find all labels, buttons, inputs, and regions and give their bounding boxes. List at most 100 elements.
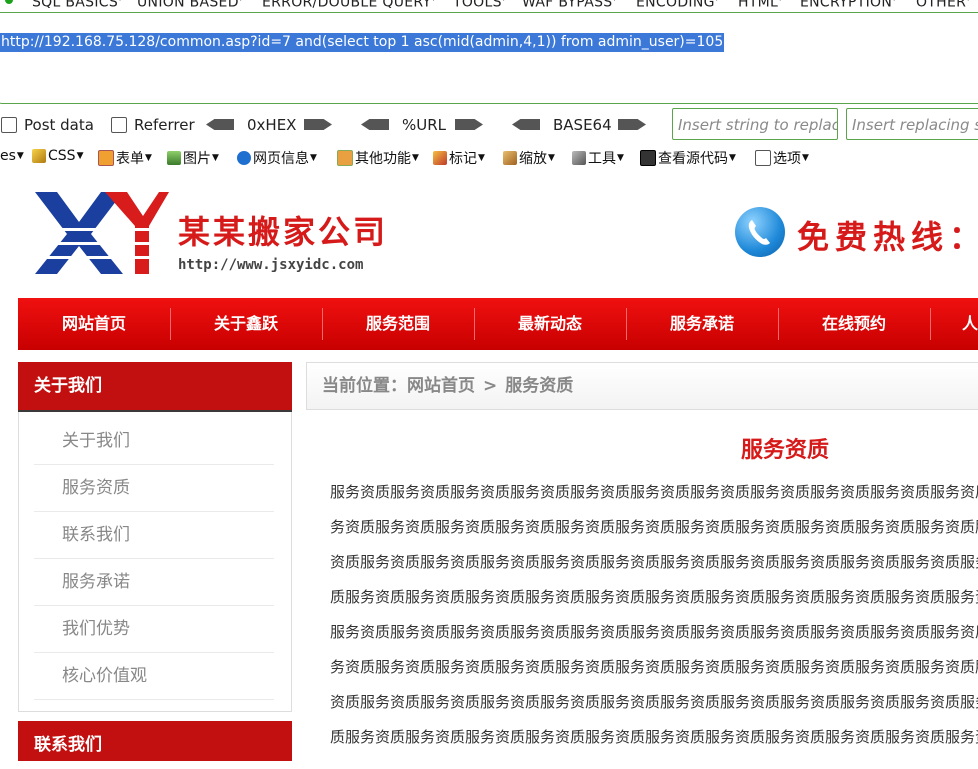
toolbar-item-misc[interactable]: 其他功能 ▼ (337, 148, 419, 168)
chevron-down-icon: ▾ (502, 0, 506, 3)
chevron-down-icon: ▼ (76, 151, 84, 161)
url-decode-arrow-icon[interactable] (361, 119, 389, 130)
toolbar-resize-label: 缩放 (519, 151, 547, 167)
chevron-down-icon: ▼ (310, 153, 317, 163)
tools-icon (572, 151, 586, 165)
menu-encoding[interactable]: ENCODING▾ (636, 0, 719, 8)
post-data-label: Post data (24, 116, 94, 134)
sidebar-item-promise[interactable]: 服务承诺 (34, 559, 274, 606)
nav-item-more[interactable]: 人 (930, 298, 978, 350)
post-data-checkbox[interactable] (1, 117, 17, 133)
chevron-down-icon: ▾ (966, 0, 970, 3)
nav-item-booking[interactable]: 在线预约 (778, 298, 930, 350)
chevron-down-icon: ▾ (118, 0, 122, 3)
toolbar-item-page-info[interactable]: 网页信息 ▼ (237, 148, 317, 168)
toolbar-item-outline[interactable]: 标记 ▼ (433, 148, 485, 168)
breadcrumb-home-link[interactable]: 网站首页 (407, 376, 475, 396)
base64-encode-arrow-icon[interactable] (618, 119, 646, 130)
chevron-down-icon: ▼ (617, 153, 624, 163)
url-encode-arrow-icon[interactable] (455, 119, 483, 130)
info-icon (237, 151, 251, 165)
wand-icon (32, 149, 46, 163)
sidebar-item-qualification[interactable]: 服务资质 (34, 465, 274, 512)
chevron-down-icon: ▾ (892, 0, 896, 3)
chevron-down-icon: ▾ (715, 0, 719, 3)
menu-sql-basics[interactable]: SQL BASICS▾ (32, 0, 122, 8)
sidebar-contact-title: 联系我们 (18, 721, 292, 761)
chevron-down-icon: ▾ (431, 0, 435, 3)
chevron-down-icon: ▼ (16, 151, 24, 161)
main-nav: 网站首页 关于鑫跃 服务范围 最新动态 服务承诺 在线预约 人 (18, 298, 978, 350)
hackbar-options-row: Post data Referrer 0xHEX %URL BASE64 Ins… (0, 108, 978, 142)
breadcrumb: 当前位置：网站首页 > 服务资质 (306, 362, 978, 410)
sidebar-item-advantage[interactable]: 我们优势 (34, 606, 274, 653)
sidebar-item-contact[interactable]: 联系我们 (34, 512, 274, 559)
menu-html[interactable]: HTML▾ (738, 0, 783, 8)
toolbar-item-tools[interactable]: 工具 ▼ (572, 148, 624, 168)
sidebar-item-values[interactable]: 核心价值观 (34, 653, 274, 700)
chevron-down-icon: ▼ (802, 153, 809, 163)
toolbar-item-view-source[interactable]: 查看源代码 ▼ (640, 148, 736, 168)
article-line: 服务资质服务资质服务资质服务资质服务资质服务资质服务资质服务资质服务资质服务资质… (330, 623, 978, 641)
replace-string-input[interactable]: Insert string to replace (672, 108, 838, 140)
base64-decode-arrow-icon[interactable] (512, 119, 540, 130)
sidebar-item-about[interactable]: 关于我们 (34, 418, 274, 465)
url-textarea[interactable]: http://192.168.75.128/common.asp?id=7 an… (0, 12, 978, 104)
nav-item-about[interactable]: 关于鑫跃 (170, 298, 322, 350)
url-text-selected: http://192.168.75.128/common.asp?id=7 an… (0, 33, 725, 52)
toolbar-item-resize[interactable]: 缩放 ▼ (503, 148, 555, 168)
article-line: 服务资质服务资质服务资质服务资质服务资质服务资质服务资质服务资质服务资质服务资质… (330, 483, 978, 501)
menu-union-based[interactable]: UNION BASED▾ (137, 0, 243, 8)
nav-item-news[interactable]: 最新动态 (474, 298, 626, 350)
referrer-label: Referrer (134, 116, 195, 134)
menu-error-double-query[interactable]: ERROR/DOUBLE QUERY▾ (262, 0, 436, 8)
sidebar-list: 关于我们 服务资质 联系我们 服务承诺 我们优势 核心价值观 (18, 412, 292, 712)
toolbar-item-images[interactable]: 图片 ▼ (167, 148, 219, 168)
toolbar-images-label: 图片 (183, 151, 211, 167)
toolbar-es-label: es (0, 148, 16, 164)
chevron-down-icon: ▼ (212, 153, 219, 163)
toolbar-misc-label: 其他功能 (355, 151, 411, 167)
article-line: 务资质服务资质服务资质服务资质服务资质服务资质服务资质服务资质服务资质服务资质服… (330, 658, 978, 676)
menu-waf-bypass[interactable]: WAF BYPASS▾ (522, 0, 617, 8)
form-icon (98, 150, 114, 166)
toolbar-view-source-label: 查看源代码 (658, 151, 728, 167)
phone-icon (735, 207, 785, 257)
referrer-checkbox[interactable] (111, 117, 127, 133)
menu-encryption[interactable]: ENCRYPTION▾ (800, 0, 896, 8)
nav-item-services[interactable]: 服务范围 (322, 298, 474, 350)
toolbar-item-es[interactable]: es ▼ (0, 148, 24, 164)
breadcrumb-prefix: 当前位置： (322, 376, 407, 396)
nav-item-promise[interactable]: 服务承诺 (626, 298, 778, 350)
chevron-down-icon: ▾ (612, 0, 616, 3)
article-line: 质服务资质服务资质服务资质服务资质服务资质服务资质服务资质服务资质服务资质服务资… (330, 728, 978, 746)
hex-label: 0xHEX (247, 116, 297, 134)
chevron-down-icon: ▼ (412, 153, 419, 163)
company-name: 某某搬家公司 (178, 213, 389, 251)
replacing-string-input[interactable]: Insert replacing string (846, 108, 978, 140)
toolbar-page-info-label: 网页信息 (253, 151, 309, 167)
website-content: 某某搬家公司 http://www.jsxyidc.com 免费热线： 网站首页… (0, 170, 978, 761)
menu-tools[interactable]: TOOLS▾ (453, 0, 506, 8)
chevron-down-icon: ▾ (778, 0, 782, 3)
hex-encode-arrow-icon[interactable] (304, 119, 332, 130)
toolbar-options-label: 选项 (773, 151, 801, 167)
toolbar-item-options[interactable]: 选项 ▼ (755, 148, 809, 168)
toolbar-item-forms[interactable]: 表单 ▼ (98, 148, 152, 168)
breadcrumb-separator: > (483, 376, 498, 396)
hex-decode-arrow-icon[interactable] (206, 119, 234, 130)
site-logo[interactable] (35, 192, 169, 278)
nav-item-home[interactable]: 网站首页 (18, 298, 170, 350)
menu-other[interactable]: OTHER▾ (916, 0, 971, 8)
web-developer-toolbar: es ▼ CSS ▼ 表单 ▼ 图片 ▼ 网页信息 ▼ 其他功能 ▼ 标记 ▼ 缩放 ▼ 工具 ▼… (0, 146, 978, 168)
breadcrumb-current: 服务资质 (505, 376, 574, 396)
article-line: 资质服务资质服务资质服务资质服务资质服务资质服务资质服务资质服务资质服务资质服务… (330, 693, 978, 711)
image-icon (167, 151, 181, 165)
options-icon (755, 150, 771, 166)
ruler-icon (503, 151, 517, 165)
hotline-label: 免费热线： (797, 218, 978, 256)
article-line: 质服务资质服务资质服务资质服务资质服务资质服务资质服务资质服务资质服务资质服务资… (330, 588, 978, 606)
base64-label: BASE64 (553, 116, 612, 134)
toolbar-item-css[interactable]: CSS ▼ (32, 148, 83, 164)
chevron-down-icon: ▾ (239, 0, 243, 3)
